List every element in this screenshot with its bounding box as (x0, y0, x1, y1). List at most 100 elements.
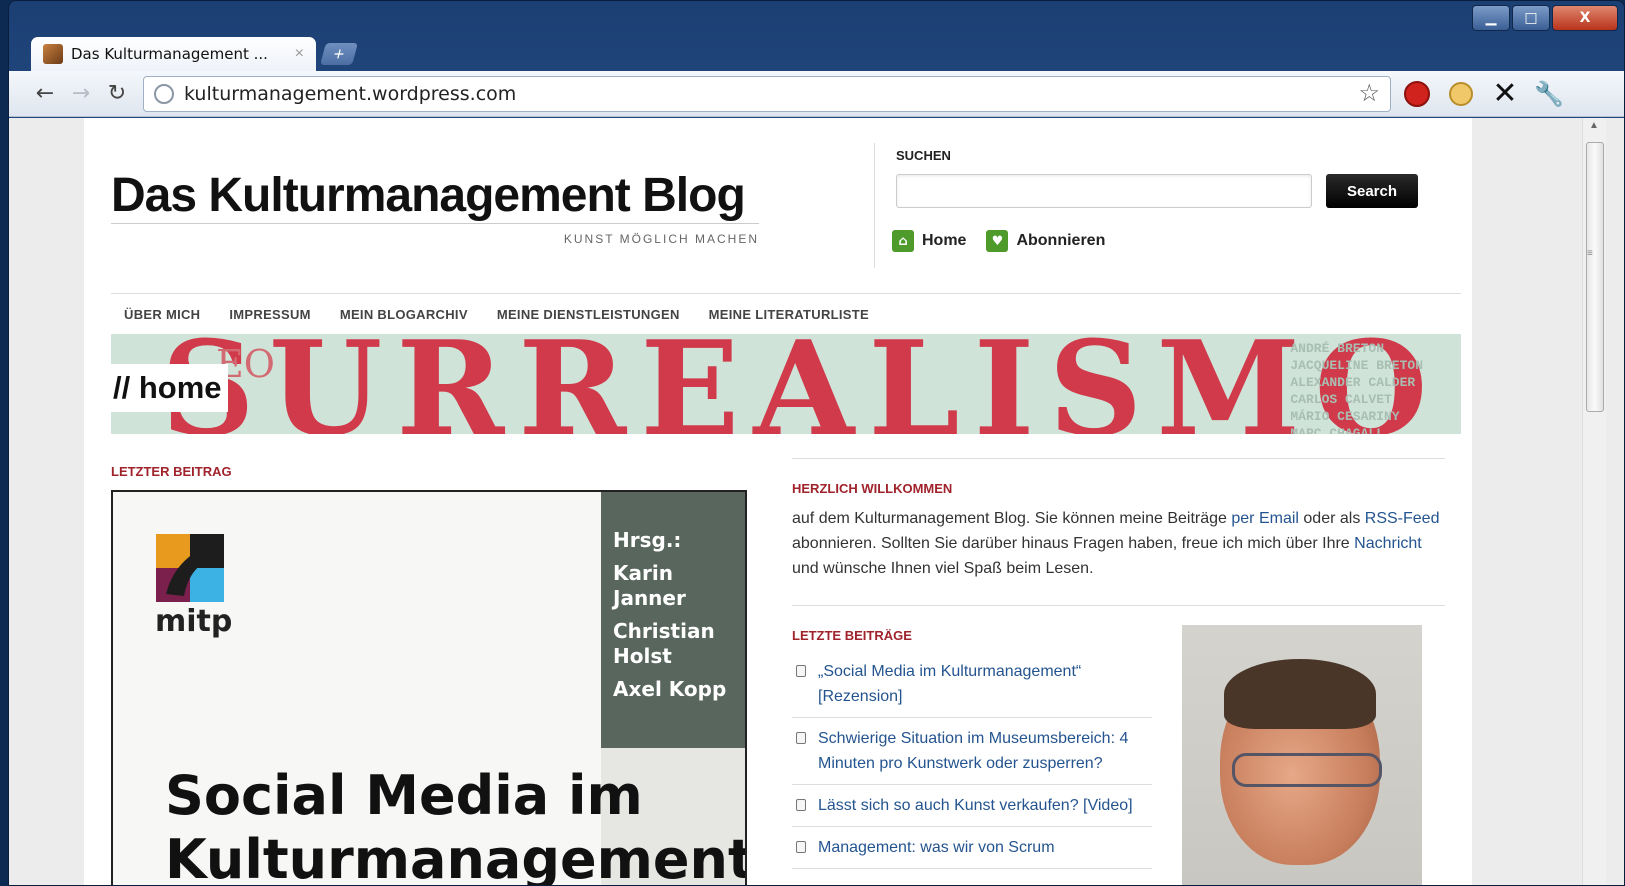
back-button[interactable]: ← (27, 81, 63, 106)
face-icon (1449, 81, 1473, 106)
browser-toolbar: ← → ↻ kulturmanagement.wordpress.com ☆ ✕… (9, 71, 1624, 117)
address-bar[interactable]: kulturmanagement.wordpress.com ☆ (143, 75, 1391, 112)
rss-feed-link[interactable]: RSS-Feed (1365, 510, 1440, 527)
book-author: Axel Kopp (613, 677, 727, 701)
banner-big-text: SURREALISMO (161, 334, 1442, 434)
recent-posts-list: „Social Media im Kulturmanagement“ [Reze… (792, 651, 1152, 869)
bookmark-star-icon[interactable]: ☆ (1358, 79, 1380, 108)
minimize-button[interactable]: ▁ (1472, 5, 1510, 31)
search-input[interactable] (896, 174, 1312, 208)
welcome-text-part: und wünsche Ihnen viel Spaß beim Lesen. (792, 560, 1094, 577)
publisher-name: mitp (155, 604, 233, 639)
recent-post-link[interactable]: „Social Media im Kulturmanagement“ [Reze… (818, 659, 1152, 709)
mitp-logo-icon (156, 534, 224, 602)
x-icon: ✕ (1492, 76, 1518, 111)
sidebar-divider (792, 605, 1445, 606)
welcome-heading: HERZLICH WILLKOMMEN (792, 481, 953, 496)
bullet-icon (796, 841, 806, 853)
recent-post-link[interactable]: Management: was wir von Scrum (818, 835, 1055, 860)
extension-x[interactable]: ✕ (1487, 76, 1523, 112)
list-item: „Social Media im Kulturmanagement“ [Reze… (792, 651, 1152, 718)
list-item: Management: was wir von Scrum (792, 827, 1152, 869)
welcome-text: auf dem Kulturmanagement Blog. Sie könne… (792, 506, 1445, 581)
subscribe-link[interactable]: ♥ Abonnieren (986, 230, 1105, 252)
vertical-scrollbar[interactable]: ▲ ≡ (1582, 118, 1606, 885)
book-title-line2: Kulturmanagement (165, 828, 747, 886)
subscribe-link-label: Abonnieren (1016, 232, 1106, 249)
list-item: Lässt sich so auch Kunst verkaufen? [Vid… (792, 785, 1152, 827)
book-author: Karin Janner (613, 561, 686, 610)
header-banner: SURREALISMO EO ANDRÉ BRETON JACQUELINE B… (111, 334, 1461, 434)
recent-post-link[interactable]: Lässt sich so auch Kunst verkaufen? [Vid… (818, 793, 1133, 818)
banner-names: ANDRÉ BRETON JACQUELINE BRETON ALEXANDER… (1290, 340, 1423, 434)
book-title-line1: Social Media im (165, 764, 643, 827)
extension-face[interactable] (1443, 76, 1479, 112)
home-icon: ⌂ (892, 230, 914, 252)
stop-icon (1404, 80, 1430, 107)
settings-menu[interactable]: 🔧 (1531, 76, 1567, 112)
new-tab-button[interactable]: + (320, 43, 358, 65)
book-author-panel: Hrsg.: Karin Janner Christian Holst Axel… (601, 492, 745, 748)
close-window-button[interactable]: X (1552, 5, 1618, 31)
extension-adblock[interactable] (1399, 76, 1435, 112)
nav-item-dienstleistungen[interactable]: MEINE DIENSTLEISTUNGEN (497, 307, 680, 322)
reload-button[interactable]: ↻ (99, 81, 135, 106)
nav-item-literaturliste[interactable]: MEINE LITERATURLISTE (709, 307, 869, 322)
banner-name: MÁRIO CESARINY (1290, 409, 1400, 424)
recent-post-link[interactable]: Schwierige Situation im Museumsbereich: … (818, 726, 1152, 776)
welcome-text-part: auf dem Kulturmanagement Blog. Sie könne… (792, 510, 1232, 527)
sidebar-divider (792, 458, 1445, 459)
scroll-thumb[interactable] (1586, 142, 1604, 412)
page-heading: // home (111, 364, 228, 412)
recent-posts-section: LETZTE BEITRÄGE „Social Media im Kulturm… (792, 605, 1445, 885)
maximize-button[interactable]: □ (1512, 5, 1550, 31)
tab-close-icon[interactable]: × (295, 45, 304, 63)
url-text[interactable]: kulturmanagement.wordpress.com (184, 83, 1358, 105)
message-link[interactable]: Nachricht (1354, 535, 1422, 552)
welcome-text-part: oder als (1298, 510, 1365, 527)
title-divider (111, 223, 759, 224)
heart-icon: ♥ (986, 230, 1009, 252)
scroll-up-icon[interactable]: ▲ (1589, 120, 1599, 131)
page-viewport: Das Kulturmanagement Blog KUNST MÖGLICH … (9, 118, 1624, 886)
banner-name: ALEXANDER CALDER (1290, 375, 1416, 390)
author-photo (1182, 625, 1422, 885)
globe-icon (154, 83, 174, 104)
nav-item-impressum[interactable]: IMPRESSUM (229, 307, 310, 322)
bullet-icon (796, 732, 806, 744)
tab-title: Das Kulturmanagement ... (71, 45, 268, 63)
welcome-text-part: abonnieren. Sollten Sie darüber hinaus F… (792, 535, 1355, 552)
email-subscribe-link[interactable]: per Email (1231, 510, 1299, 527)
wrench-icon: 🔧 (1534, 79, 1564, 108)
book-author: Christian Holst (613, 619, 715, 668)
banner-name: MARC CHAGALL (1290, 426, 1384, 434)
browser-tab-active[interactable]: Das Kulturmanagement ... × (31, 37, 316, 71)
plus-icon: + (331, 43, 348, 64)
latest-post-image[interactable]: mitp Hrsg.: Karin Janner Christian Holst… (111, 490, 747, 886)
sidebar: HERZLICH WILLKOMMEN auf dem Kulturmanage… (792, 458, 1445, 885)
site-tagline: KUNST MÖGLICH MACHEN (563, 232, 759, 246)
book-title: Social Media im Kulturmanagement (165, 764, 747, 886)
nav-item-blogarchiv[interactable]: MEIN BLOGARCHIV (340, 307, 468, 322)
browser-window: ▁ □ X Das Kulturmanagement ... × + ← → ↻… (8, 0, 1625, 886)
scroll-grip-icon: ≡ (1587, 248, 1593, 259)
home-link[interactable]: ⌂ Home (892, 230, 966, 252)
list-item: Schwierige Situation im Museumsbereich: … (792, 718, 1152, 785)
nav-item-ueber-mich[interactable]: ÜBER MICH (124, 307, 200, 322)
search-label: SUCHEN (896, 148, 951, 163)
portrait-glasses (1232, 753, 1382, 787)
header-divider (874, 143, 875, 268)
site-title[interactable]: Das Kulturmanagement Blog (111, 168, 746, 223)
nav-divider (111, 293, 1461, 294)
latest-post-label: LETZTER BEITRAG (111, 464, 232, 479)
banner-name: CARLOS CALVET (1290, 392, 1392, 407)
banner-name: ANDRÉ BRETON (1290, 341, 1384, 356)
favicon-icon (43, 44, 63, 64)
search-button[interactable]: Search (1326, 174, 1418, 208)
editor-label: Hrsg.: (613, 528, 682, 552)
home-link-label: Home (922, 232, 967, 249)
main-nav: ÜBER MICH IMPRESSUM MEIN BLOGARCHIV MEIN… (124, 307, 869, 322)
portrait-hair (1224, 659, 1376, 729)
bullet-icon (796, 799, 806, 811)
forward-button[interactable]: → (63, 81, 99, 106)
